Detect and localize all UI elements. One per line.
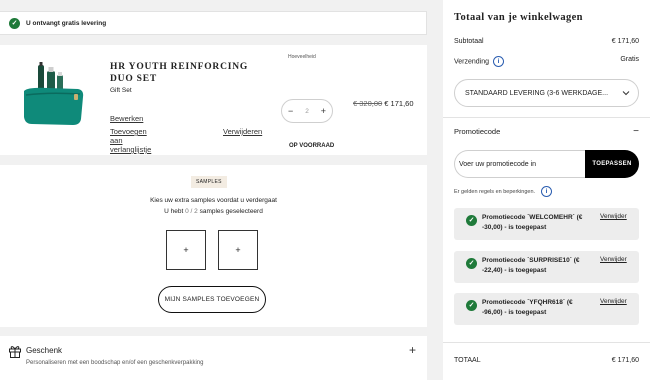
samples-count-suffix: samples geselecteerd	[199, 208, 263, 215]
shipping-method-select[interactable]: STANDAARD LEVERING (3-6 WERKDAGE...	[454, 79, 639, 107]
samples-section: SAMPLES Kies uw extra samples voordat u …	[0, 165, 427, 327]
promo-header[interactable]: Promotiecode −	[454, 126, 639, 137]
check-circle-icon: ✓	[466, 300, 477, 311]
increase-quantity-button[interactable]: +	[321, 106, 326, 116]
promo-rules: Er gelden regels en beperkingen. i	[454, 186, 553, 197]
quantity-label: Hoeveelheid	[288, 54, 316, 60]
apply-promo-button[interactable]: TOEPASSEN	[585, 150, 639, 178]
check-circle-icon: ✓	[466, 215, 477, 226]
promo-code-text: Promotiecode `YFQHR618` (€ -96,00) - is …	[482, 299, 573, 316]
divider	[443, 342, 650, 343]
stock-status: OP VOORRAAD	[289, 143, 335, 149]
divider	[443, 117, 650, 118]
plus-icon: +	[183, 245, 189, 255]
applied-promo-code: ✓ Promotiecode `YFQHR618` (€ -96,00) - i…	[454, 293, 639, 325]
quantity-value[interactable]: 2	[305, 108, 309, 115]
subtotal-row: Subtotaal € 171,60	[454, 38, 639, 45]
shipping-method-value: STANDAARD LEVERING (3-6 WERKDAGE...	[465, 89, 609, 97]
chevron-down-icon	[622, 91, 630, 96]
add-samples-button[interactable]: MIJN SAMPLES TOEVOEGEN	[158, 286, 266, 313]
expand-gift-button[interactable]: +	[409, 343, 416, 357]
gift-section[interactable]: Geschenk Personaliseren met een boodscha…	[0, 336, 427, 380]
quantity-stepper: − 2 +	[281, 99, 333, 123]
shipping-label: Verzending	[454, 58, 490, 66]
gift-icon	[9, 346, 21, 358]
samples-count: 0 / 2	[185, 208, 198, 215]
total-row: TOTAAL € 171,60	[454, 357, 639, 364]
check-circle-icon: ✓	[9, 17, 20, 29]
gift-title: Geschenk	[26, 346, 63, 355]
summary-title: Totaal van je winkelwagen	[454, 12, 583, 23]
promo-code-text: Promotiecode `WELCOMEHR` (€ -30,00) - is…	[482, 214, 583, 231]
product-subtitle: Gift Set	[110, 87, 132, 94]
collapse-promo-button[interactable]: −	[633, 126, 639, 137]
samples-count-prefix: U hebt	[164, 208, 184, 215]
samples-instruction: Kies uw extra samples voordat u verderga…	[150, 197, 277, 204]
remove-promo-button[interactable]: Verwijder	[600, 213, 627, 220]
price-group: € 320,00 € 171,60	[353, 99, 414, 108]
free-shipping-notice: ✓ U ontvangt gratis levering	[0, 11, 427, 35]
remove-promo-button[interactable]: Verwijder	[600, 298, 627, 305]
shipping-row: Verzending i Gratis	[454, 56, 639, 67]
sample-slot-2[interactable]: +	[218, 230, 258, 270]
add-to-wishlist-link[interactable]: Toevoegen aan verlanglijstje	[110, 127, 151, 154]
product-image	[24, 62, 84, 125]
decrease-quantity-button[interactable]: −	[288, 106, 293, 116]
cart-main: ✓ U ontvangt gratis levering HR YOUTH RE…	[0, 0, 434, 380]
rules-text: Er gelden regels en beperkingen.	[454, 188, 536, 195]
remove-promo-button[interactable]: Verwijder	[600, 256, 627, 263]
plus-icon: +	[235, 245, 241, 255]
samples-count-text: U hebt 0 / 2 samples geselecteerd	[0, 208, 427, 215]
promo-code-input[interactable]: Voer uw promotiecode in	[454, 150, 585, 178]
info-icon[interactable]: i	[541, 186, 553, 197]
sample-slot-1[interactable]: +	[166, 230, 206, 270]
notice-text: U ontvangt gratis levering	[26, 19, 107, 27]
check-circle-icon: ✓	[466, 258, 477, 269]
total-label: TOTAAL	[454, 357, 481, 364]
total-value: € 171,60	[611, 357, 639, 364]
samples-badge: SAMPLES	[191, 176, 227, 188]
promo-label: Promotiecode	[454, 127, 501, 136]
remove-link[interactable]: Verwijderen	[223, 127, 262, 136]
current-price: € 171,60	[384, 99, 414, 108]
gift-subtitle: Personaliseren met een boodschap en/of e…	[26, 360, 204, 366]
applied-promo-code: ✓ Promotiecode `SURPRISE10` (€ -22,40) -…	[454, 251, 639, 283]
cart-summary: Totaal van je winkelwagen Subtotaal € 17…	[443, 0, 650, 380]
shipping-value: Gratis	[620, 56, 639, 63]
promo-code-text: Promotiecode `SURPRISE10` (€ -22,40) - i…	[482, 257, 580, 274]
applied-promo-code: ✓ Promotiecode `WELCOMEHR` (€ -30,00) - …	[454, 208, 639, 240]
edit-link[interactable]: Bewerken	[110, 114, 143, 123]
promo-form: Voer uw promotiecode in TOEPASSEN	[454, 150, 639, 178]
subtotal-value: € 171,60	[611, 38, 639, 45]
original-price: € 320,00	[353, 99, 383, 108]
product-name: HR YOUTH REINFORCING DUO SET	[110, 62, 249, 84]
subtotal-label: Subtotaal	[454, 38, 484, 45]
info-icon[interactable]: i	[493, 56, 505, 67]
product-card: HR YOUTH REINFORCING DUO SET Gift Set Ho…	[0, 45, 427, 155]
